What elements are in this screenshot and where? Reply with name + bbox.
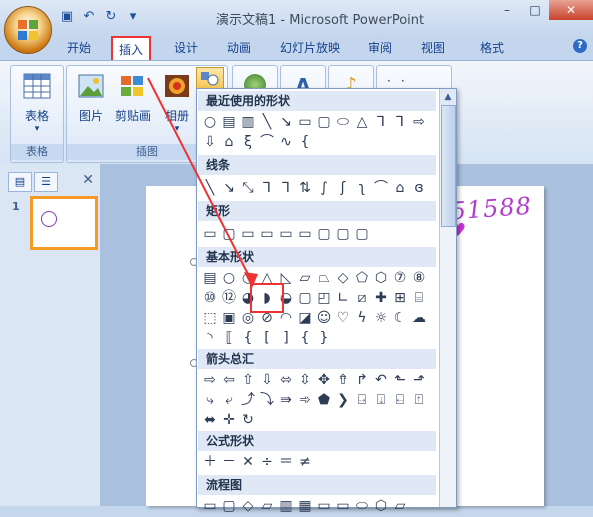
office-logo-icon [18, 20, 38, 40]
annotation-arrow [147, 77, 258, 288]
office-button[interactable] [4, 6, 52, 54]
